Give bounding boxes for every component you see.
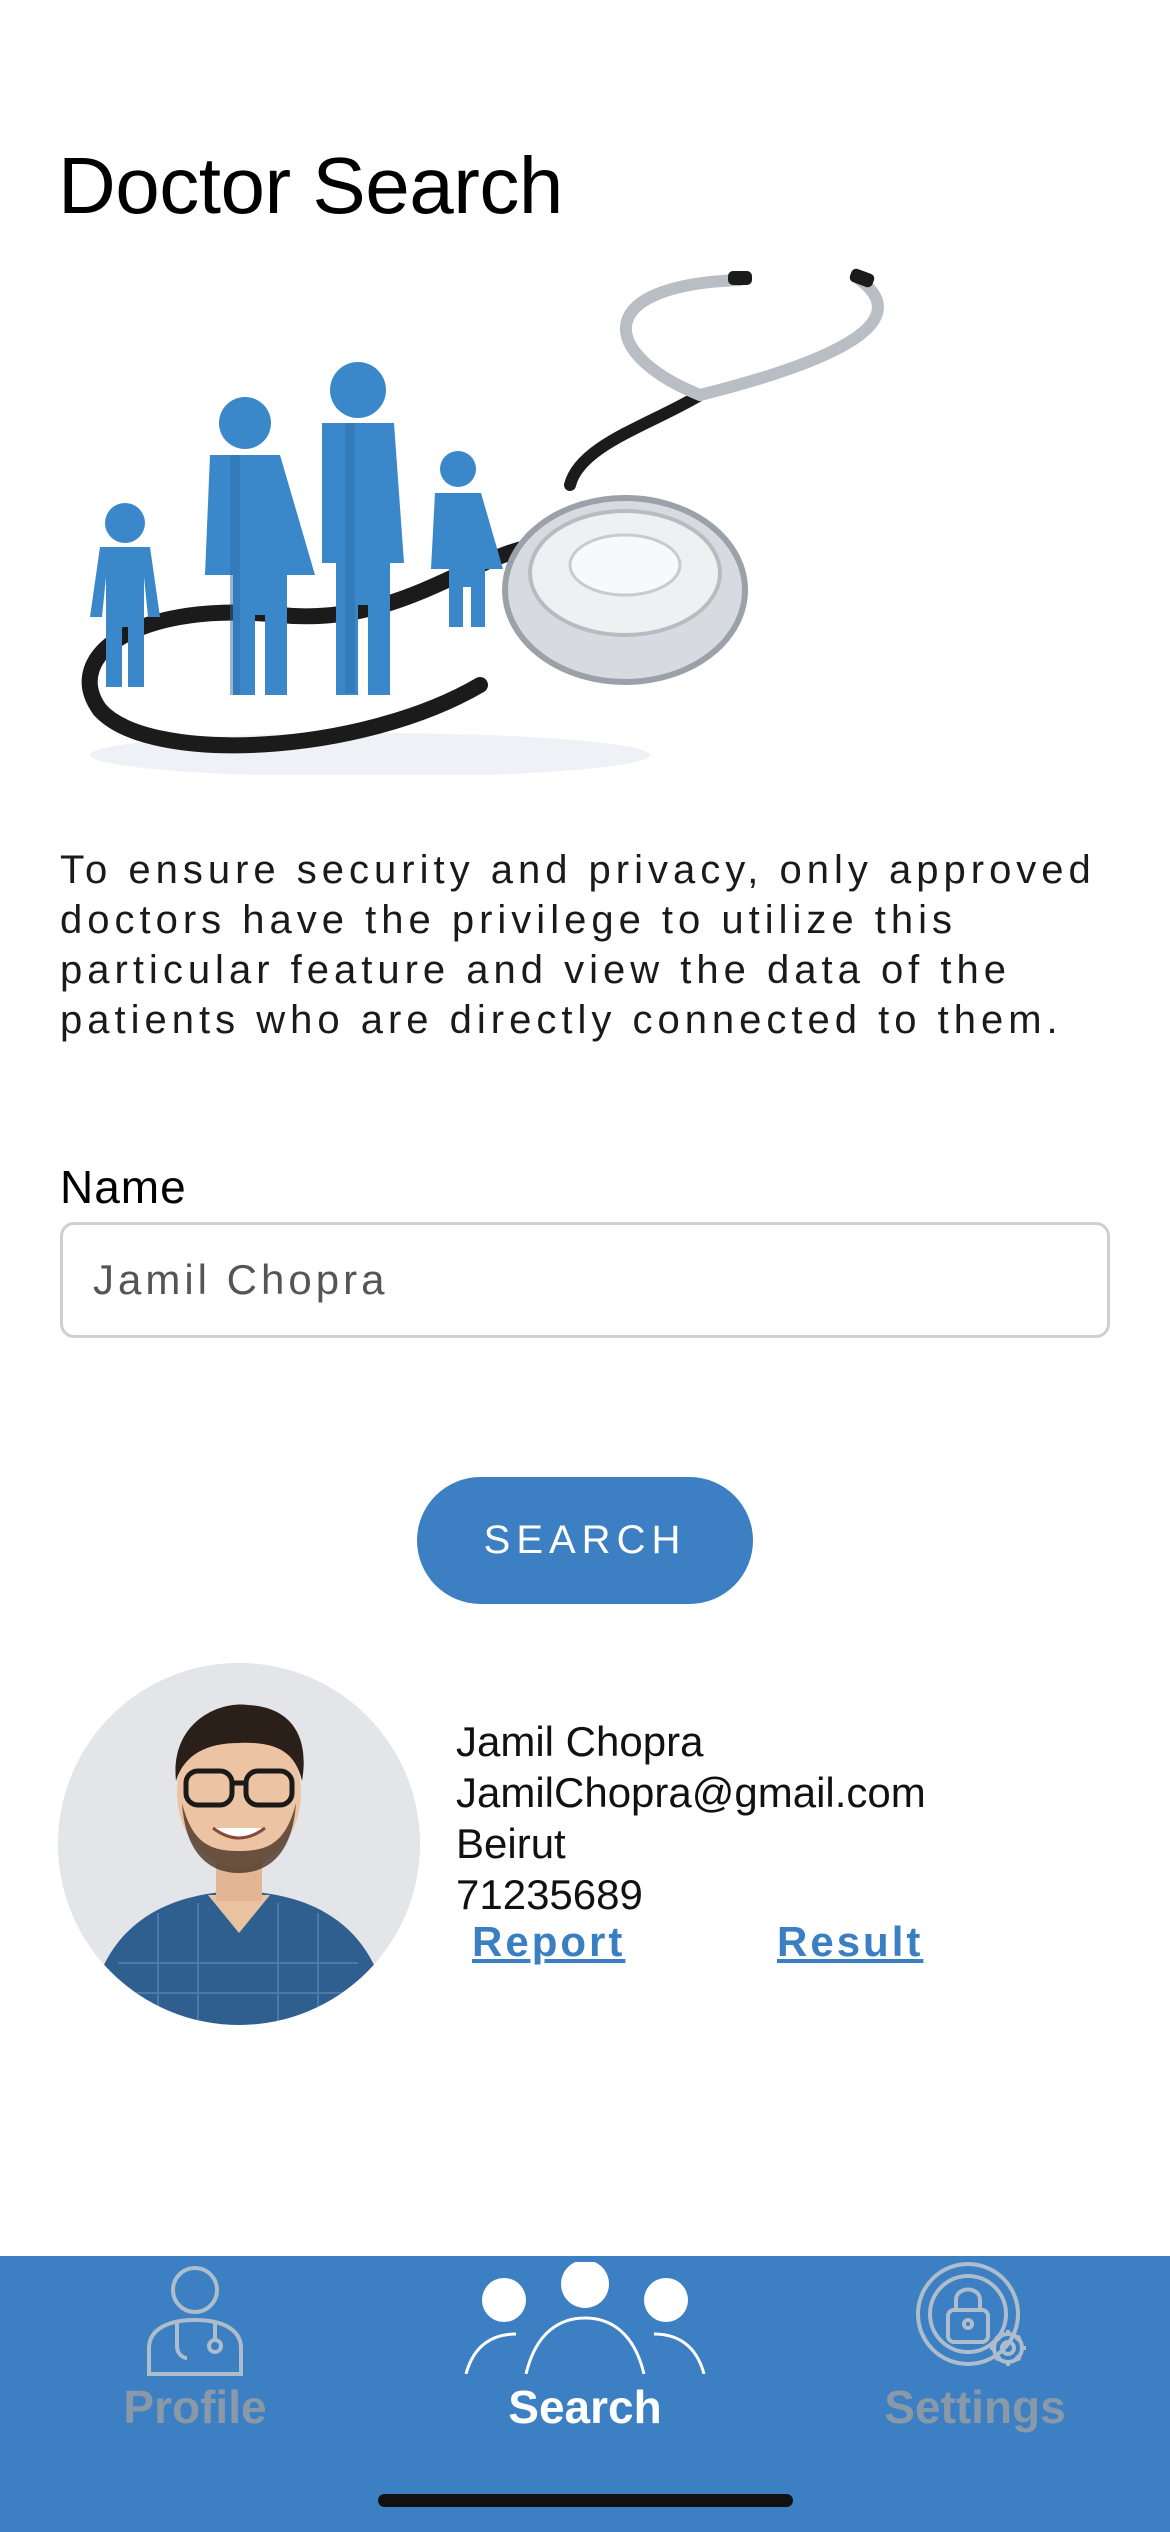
family-stethoscope-illustration bbox=[81, 268, 884, 775]
doctor-city: Beirut bbox=[456, 1820, 566, 1867]
report-link[interactable]: Report bbox=[472, 1918, 625, 1966]
tab-settings-label: Settings bbox=[884, 2381, 1066, 2433]
home-indicator bbox=[378, 2494, 793, 2507]
page-title: Doctor Search bbox=[58, 141, 563, 230]
doctor-icon bbox=[147, 2266, 243, 2376]
doctor-name: Jamil Chopra bbox=[456, 1718, 704, 1765]
privacy-notice: To ensure security and privacy, only app… bbox=[60, 848, 1096, 1042]
search-button[interactable]: SEARCH bbox=[417, 1477, 753, 1604]
people-icon bbox=[464, 2262, 706, 2374]
tab-profile[interactable]: Profile bbox=[0, 2256, 390, 2532]
doctor-email: JamilChopra@gmail.com bbox=[456, 1769, 926, 1816]
tab-settings[interactable]: Settings bbox=[780, 2256, 1170, 2532]
lock-gear-icon bbox=[916, 2262, 1026, 2366]
doctor-details: Jamil Chopra JamilChopra@gmail.com Beiru… bbox=[456, 1716, 926, 1920]
name-input[interactable] bbox=[60, 1222, 1110, 1338]
name-label: Name bbox=[60, 1161, 187, 1213]
result-link[interactable]: Result bbox=[777, 1918, 923, 1966]
bottom-tab-bar: Profile Search Settings bbox=[0, 2256, 1170, 2532]
tab-search-label: Search bbox=[508, 2381, 662, 2433]
doctor-phone: 71235689 bbox=[456, 1871, 643, 1918]
tab-search[interactable]: Search bbox=[390, 2256, 780, 2532]
doctor-avatar bbox=[58, 1663, 420, 2025]
tab-profile-label: Profile bbox=[123, 2381, 267, 2433]
